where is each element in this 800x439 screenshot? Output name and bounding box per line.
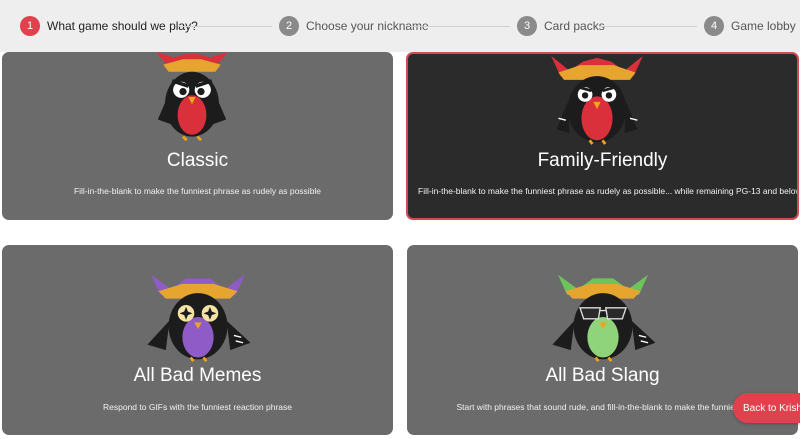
card-description: Fill-in-the-blank to make the funniest p…: [73, 186, 322, 196]
owl-red-angry-icon: [156, 52, 228, 142]
step-number: 4: [704, 16, 724, 36]
owl-purple-starry-eyes-icon: [147, 274, 251, 362]
step-label: What game should we play?: [47, 19, 198, 33]
step-label: Card packs: [544, 19, 605, 33]
step-number: 2: [279, 16, 299, 36]
step-game-lobby[interactable]: 4 Game lobby: [704, 15, 796, 37]
card-title: Family-Friendly: [537, 150, 668, 171]
game-mode-card-classic[interactable]: Classic Fill-in-the-blank to make the fu…: [2, 52, 393, 220]
step-connector: [178, 26, 272, 27]
step-nickname[interactable]: 2 Choose your nickname: [279, 15, 429, 37]
owl-green-sunglasses-icon: [552, 274, 656, 362]
step-connector: [599, 26, 697, 27]
card-description: Fill-in-the-blank to make the funniest p…: [418, 186, 799, 196]
step-card-packs[interactable]: 3 Card packs: [517, 15, 605, 37]
step-game-selection[interactable]: 1 What game should we play?: [20, 15, 198, 37]
step-number: 3: [517, 16, 537, 36]
step-connector: [410, 26, 510, 27]
back-to-lobby-button[interactable]: Back to Krish': [733, 393, 800, 423]
card-description: Respond to GIFs with the funniest reacti…: [103, 402, 292, 412]
wizard-stepper: 1 What game should we play? 2 Choose you…: [0, 0, 800, 52]
game-mode-card-all-bad-memes[interactable]: All Bad Memes Respond to GIFs with the f…: [2, 245, 393, 435]
step-label: Game lobby: [731, 19, 796, 33]
step-number: 1: [20, 16, 40, 36]
game-mode-card-family-friendly[interactable]: Family-Friendly Fill-in-the-blank to mak…: [406, 52, 799, 220]
owl-red-frowning-icon: [551, 56, 643, 145]
card-title: Classic: [166, 150, 229, 171]
card-title: All Bad Memes: [133, 365, 262, 386]
card-title: All Bad Slang: [545, 365, 660, 386]
